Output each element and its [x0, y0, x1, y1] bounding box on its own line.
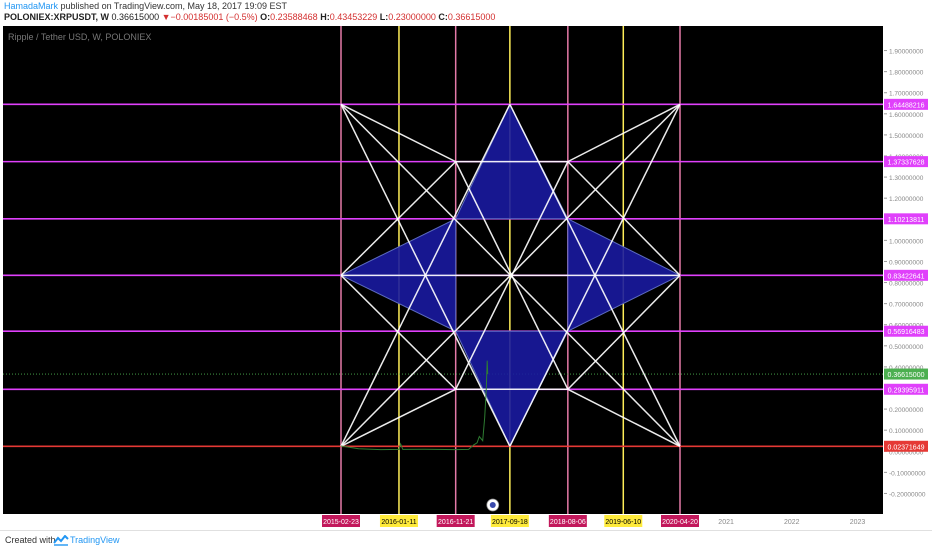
close-value: 0.36615000 — [447, 12, 496, 22]
date-tag: 2020-04-20 — [662, 519, 698, 526]
current-price-tag: 0.36615000 — [888, 372, 925, 379]
level-price-tag: 1.64488216 — [888, 102, 925, 109]
level-price-tag: 0.29395911 — [888, 387, 925, 394]
date-tag: 2019-06-10 — [605, 519, 641, 526]
price-chart[interactable]: Ripple / Tether USD, W, POLONIEX 1.90000… — [0, 24, 932, 530]
high-label: H: — [320, 12, 330, 22]
x-tick-label: 2023 — [850, 519, 866, 526]
high-value: 0.43453229 — [329, 12, 378, 22]
date-tag: 2017-09-18 — [492, 519, 528, 526]
y-tick-label: 1.20000000 — [889, 196, 924, 203]
symbol-label: POLONIEX:XRPUSDT, W — [4, 12, 110, 22]
tradingview-logo-icon — [53, 535, 69, 546]
y-tick-label: -0.10000000 — [889, 470, 926, 477]
event-marker[interactable] — [486, 498, 500, 512]
y-tick-label: 0.80000000 — [889, 281, 924, 288]
y-tick-label: 0.10000000 — [889, 428, 924, 435]
x-tick-label: 2021 — [718, 519, 734, 526]
date-tag: 2018-08-06 — [550, 519, 586, 526]
low-value: 0.23000000 — [388, 12, 436, 22]
date-tag: 2016-01-11 — [381, 519, 416, 526]
publish-line: HamadaMark published on TradingView.com,… — [4, 1, 287, 11]
price-change: −0.00185001 (−0.5%) — [170, 12, 258, 22]
y-tick-label: 0.90000000 — [889, 259, 924, 266]
level-price-tag: 1.37337628 — [888, 160, 925, 167]
date-tag: 2016-11-21 — [438, 519, 473, 526]
x-tick-label: 2022 — [784, 519, 800, 526]
ohlc-line: POLONIEX:XRPUSDT, W 0.36615000 ▼−0.00185… — [4, 12, 495, 22]
y-tick-label: -0.20000000 — [889, 491, 926, 498]
down-arrow-icon: ▼ — [161, 12, 171, 22]
price-axis-ticks: 1.90000000 1.80000000 1.70000000 1.60000000… — [884, 49, 928, 498]
event-marker-dot-icon — [489, 502, 496, 508]
y-tick-label: 0.20000000 — [889, 407, 924, 414]
y-tick-label: 0.70000000 — [889, 302, 924, 309]
low-label: L: — [379, 12, 389, 22]
chart-title: Ripple / Tether USD, W, POLONIEX — [8, 32, 151, 42]
y-tick-label: 1.30000000 — [889, 175, 924, 182]
y-tick-label: 0.50000000 — [889, 344, 924, 351]
y-tick-label: 1.60000000 — [889, 112, 924, 119]
y-tick-label: 1.50000000 — [889, 133, 924, 140]
created-with-label: Created with — [5, 535, 56, 545]
y-tick-label: 1.00000000 — [889, 238, 924, 245]
level-price-tag: 1.10213811 — [888, 217, 925, 224]
published-text: published on TradingView.com, May 18, 20… — [60, 1, 288, 11]
level-price-tag: 0.56916483 — [888, 329, 925, 336]
footer: Created with TradingView — [0, 530, 932, 551]
close-label: C: — [438, 12, 448, 22]
last-price: 0.36615000 — [111, 12, 160, 22]
author-link[interactable]: HamadaMark — [4, 1, 58, 11]
level-price-tag: 0.83422641 — [888, 273, 925, 280]
y-tick-label: 1.70000000 — [889, 91, 924, 98]
y-tick-label: 1.80000000 — [889, 70, 924, 77]
chart-header: HamadaMark published on TradingView.com,… — [0, 0, 932, 24]
y-tick-label: 1.90000000 — [889, 49, 924, 56]
date-tag: 2015-02-23 — [323, 519, 359, 526]
tradingview-brand[interactable]: TradingView — [70, 535, 120, 545]
open-value: 0.23588468 — [270, 12, 318, 22]
level-price-tag: 0.02371649 — [888, 444, 925, 451]
open-label: O: — [260, 12, 271, 22]
